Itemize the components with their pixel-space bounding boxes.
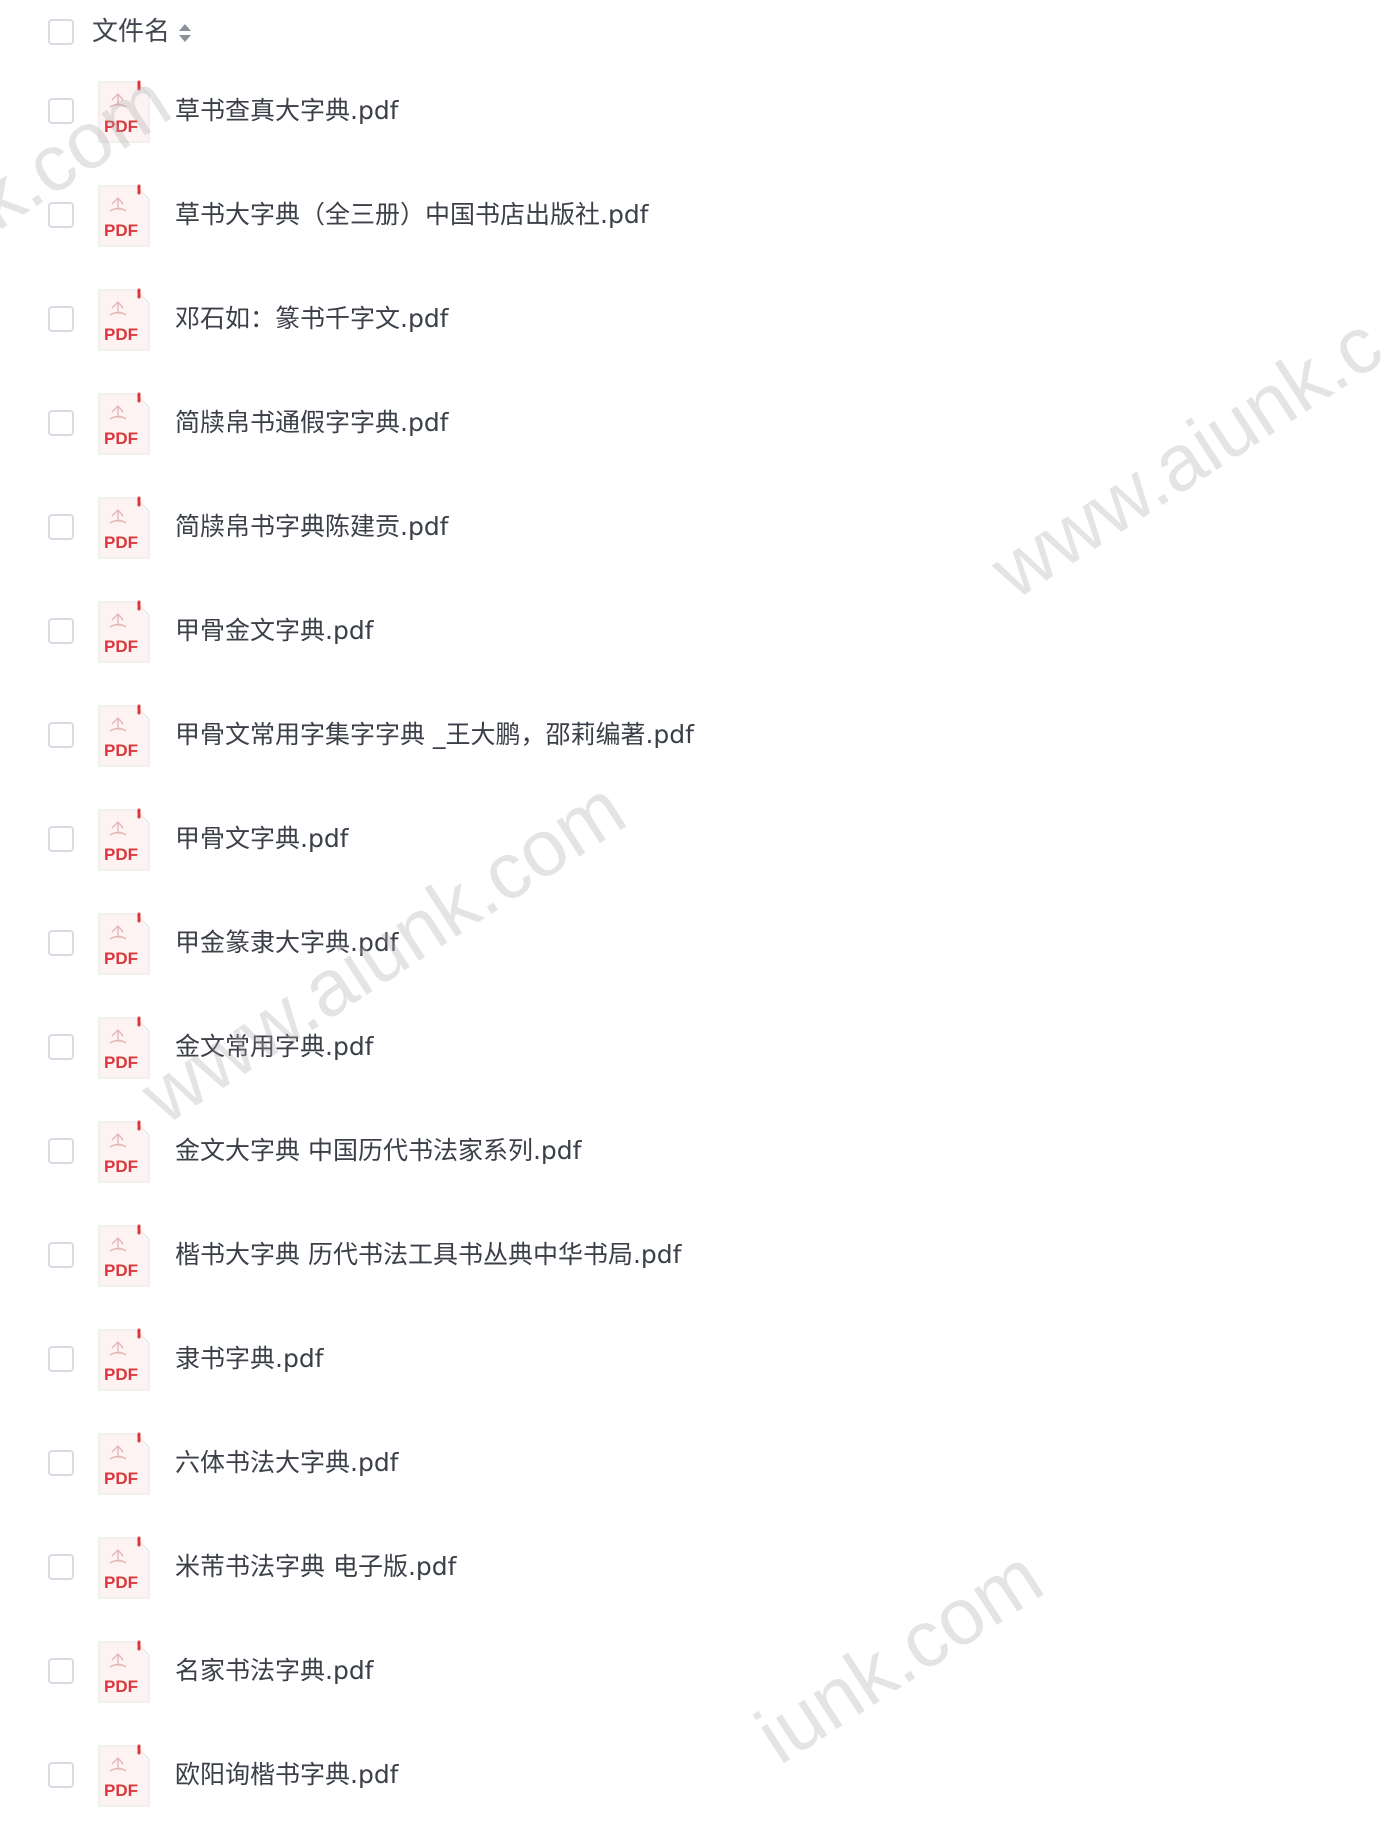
pdf-file-icon: PDF — [96, 1120, 152, 1184]
file-row-checkbox[interactable] — [48, 722, 74, 748]
file-row-checkbox[interactable] — [48, 98, 74, 124]
pdf-file-icon: PDF — [96, 704, 152, 768]
file-row-checkbox[interactable] — [48, 410, 74, 436]
pdf-file-icon: PDF — [96, 1328, 152, 1392]
pdf-icon-label: PDF — [104, 1573, 138, 1592]
file-name[interactable]: 金文大字典 中国历代书法家系列.pdf — [175, 1133, 581, 1169]
file-row[interactable]: PDF 米芾书法字典 电子版.pdf — [0, 1522, 1384, 1626]
file-row-checkbox[interactable] — [48, 1658, 74, 1684]
file-row[interactable]: PDF 甲骨文字典.pdf — [0, 794, 1384, 898]
file-row-checkbox[interactable] — [48, 1762, 74, 1788]
pdf-file-icon: PDF — [96, 808, 152, 872]
pdf-file-icon: PDF — [96, 1432, 152, 1496]
pdf-icon-label: PDF — [104, 1781, 138, 1800]
file-list: 文件名 PDF 草书查真大字典.pdf PDF 草书大字典（全三册）中国书店出版社.p… — [0, 0, 1384, 1834]
file-row[interactable]: PDF 欧阳询楷书字典.pdf — [0, 1730, 1384, 1834]
pdf-file-icon: PDF — [96, 1640, 152, 1704]
pdf-file-icon: PDF — [96, 1016, 152, 1080]
pdf-icon-label: PDF — [104, 741, 138, 760]
pdf-file-icon: PDF — [96, 288, 152, 352]
file-row-checkbox[interactable] — [48, 1450, 74, 1476]
pdf-icon-label: PDF — [104, 1365, 138, 1384]
file-row[interactable]: PDF 邓石如：篆书千字文.pdf — [0, 274, 1384, 378]
pdf-icon-label: PDF — [104, 845, 138, 864]
file-row-checkbox[interactable] — [48, 1138, 74, 1164]
file-list-header: 文件名 — [0, 0, 1384, 66]
pdf-file-icon: PDF — [96, 1536, 152, 1600]
file-row[interactable]: PDF 甲骨金文字典.pdf — [0, 586, 1384, 690]
file-row-checkbox[interactable] — [48, 1554, 74, 1580]
pdf-icon-label: PDF — [104, 1469, 138, 1488]
file-name[interactable]: 甲骨文常用字集字字典 _王大鹏，邵莉编著.pdf — [175, 717, 694, 753]
file-row-checkbox[interactable] — [48, 826, 74, 852]
pdf-file-icon: PDF — [96, 1744, 152, 1808]
pdf-file-icon: PDF — [96, 184, 152, 248]
pdf-icon-label: PDF — [104, 117, 138, 136]
pdf-icon-label: PDF — [104, 1677, 138, 1696]
file-row[interactable]: PDF 金文常用字典.pdf — [0, 1002, 1384, 1106]
file-row-checkbox[interactable] — [48, 1346, 74, 1372]
file-name[interactable]: 金文常用字典.pdf — [175, 1029, 374, 1065]
pdf-icon-label: PDF — [104, 1053, 138, 1072]
pdf-icon-label: PDF — [104, 429, 138, 448]
file-row-checkbox[interactable] — [48, 1034, 74, 1060]
file-row[interactable]: PDF 草书查真大字典.pdf — [0, 66, 1384, 170]
file-row[interactable]: PDF 甲骨文常用字集字字典 _王大鹏，邵莉编著.pdf — [0, 690, 1384, 794]
file-name[interactable]: 米芾书法字典 电子版.pdf — [175, 1549, 456, 1585]
file-row[interactable]: PDF 名家书法字典.pdf — [0, 1626, 1384, 1730]
file-row[interactable]: PDF 六体书法大字典.pdf — [0, 1418, 1384, 1522]
file-row[interactable]: PDF 简牍帛书字典陈建贡.pdf — [0, 482, 1384, 586]
pdf-file-icon: PDF — [96, 600, 152, 664]
file-name[interactable]: 欧阳询楷书字典.pdf — [175, 1757, 399, 1793]
file-name[interactable]: 六体书法大字典.pdf — [175, 1445, 399, 1481]
pdf-file-icon: PDF — [96, 392, 152, 456]
file-name[interactable]: 简牍帛书字典陈建贡.pdf — [175, 509, 449, 545]
pdf-icon-label: PDF — [104, 325, 138, 344]
pdf-icon-label: PDF — [104, 637, 138, 656]
pdf-icon-label: PDF — [104, 1261, 138, 1280]
file-name[interactable]: 草书查真大字典.pdf — [175, 93, 399, 129]
file-row-checkbox[interactable] — [48, 1242, 74, 1268]
file-name[interactable]: 草书大字典（全三册）中国书店出版社.pdf — [175, 197, 649, 233]
file-row-checkbox[interactable] — [48, 202, 74, 228]
sort-updown-icon[interactable] — [178, 21, 192, 45]
filename-column-header[interactable]: 文件名 — [92, 14, 170, 50]
file-name[interactable]: 名家书法字典.pdf — [175, 1653, 374, 1689]
file-row[interactable]: PDF 简牍帛书通假字字典.pdf — [0, 378, 1384, 482]
file-row[interactable]: PDF 草书大字典（全三册）中国书店出版社.pdf — [0, 170, 1384, 274]
file-name[interactable]: 邓石如：篆书千字文.pdf — [175, 301, 449, 337]
pdf-file-icon: PDF — [96, 80, 152, 144]
file-row[interactable]: PDF 隶书字典.pdf — [0, 1314, 1384, 1418]
file-row[interactable]: PDF 甲金篆隶大字典.pdf — [0, 898, 1384, 1002]
select-all-checkbox[interactable] — [48, 19, 74, 45]
file-row[interactable]: PDF 金文大字典 中国历代书法家系列.pdf — [0, 1106, 1384, 1210]
file-row-checkbox[interactable] — [48, 306, 74, 332]
file-row-checkbox[interactable] — [48, 514, 74, 540]
pdf-file-icon: PDF — [96, 496, 152, 560]
file-row-checkbox[interactable] — [48, 930, 74, 956]
file-name[interactable]: 甲金篆隶大字典.pdf — [175, 925, 399, 961]
pdf-icon-label: PDF — [104, 221, 138, 240]
file-name[interactable]: 隶书字典.pdf — [175, 1341, 324, 1377]
pdf-file-icon: PDF — [96, 1224, 152, 1288]
file-name[interactable]: 甲骨金文字典.pdf — [175, 613, 374, 649]
pdf-file-icon: PDF — [96, 912, 152, 976]
pdf-icon-label: PDF — [104, 533, 138, 552]
file-row[interactable]: PDF 楷书大字典 历代书法工具书丛典中华书局.pdf — [0, 1210, 1384, 1314]
pdf-icon-label: PDF — [104, 1157, 138, 1176]
file-name[interactable]: 楷书大字典 历代书法工具书丛典中华书局.pdf — [175, 1237, 681, 1273]
file-name[interactable]: 甲骨文字典.pdf — [175, 821, 349, 857]
pdf-icon-label: PDF — [104, 949, 138, 968]
file-name[interactable]: 简牍帛书通假字字典.pdf — [175, 405, 449, 441]
file-row-checkbox[interactable] — [48, 618, 74, 644]
